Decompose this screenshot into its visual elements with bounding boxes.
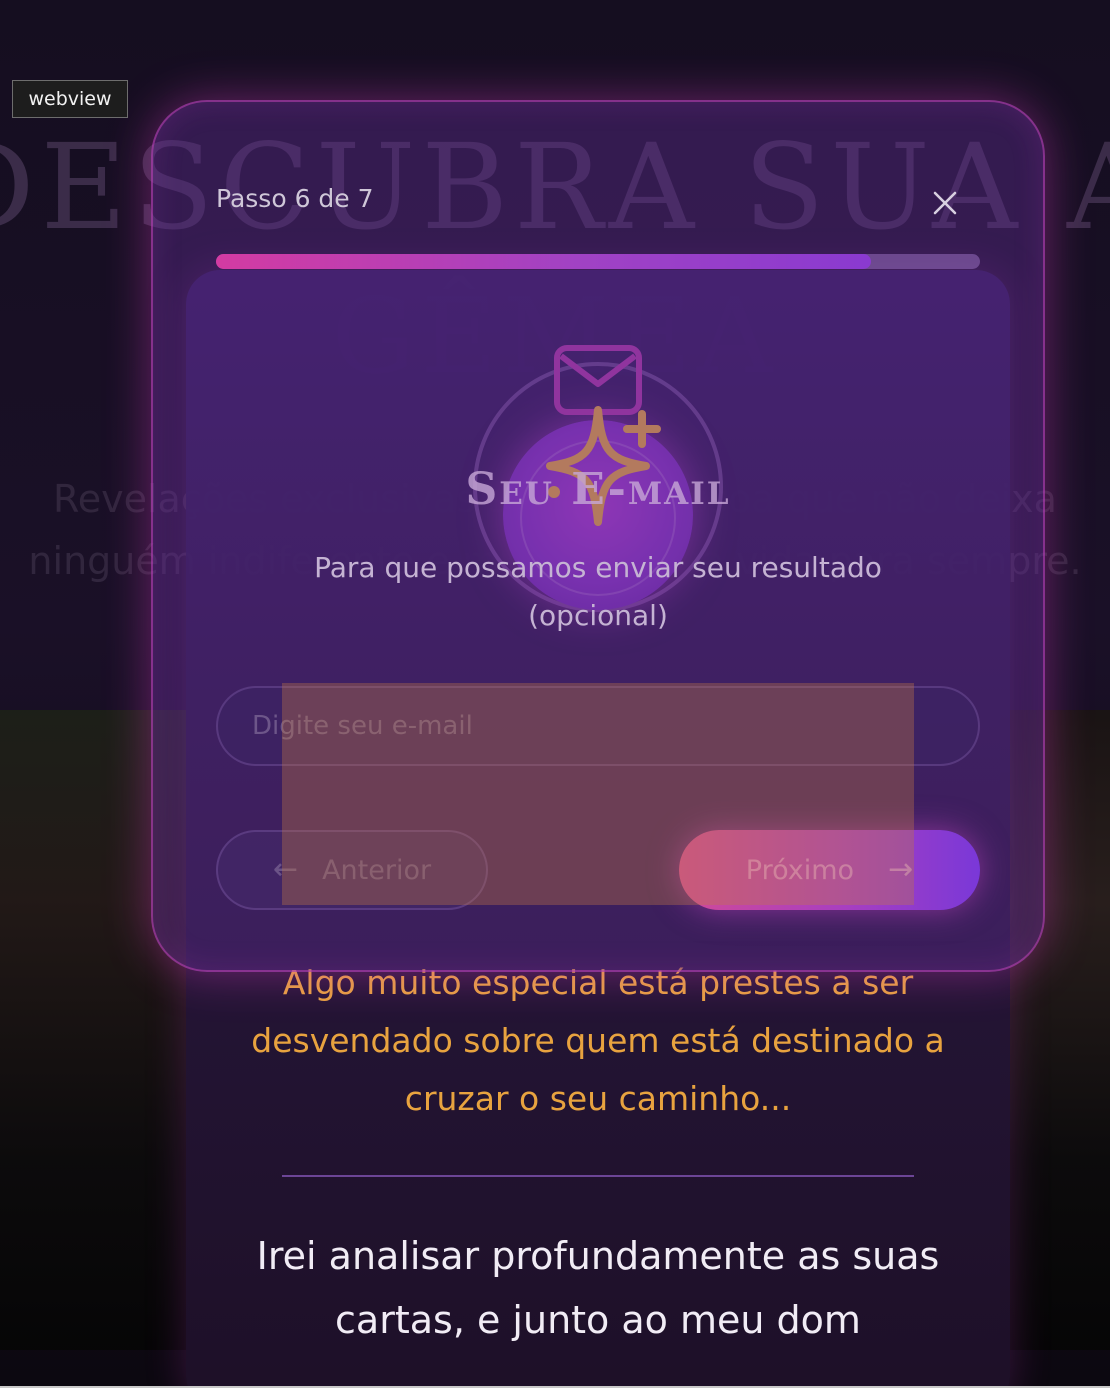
previous-button[interactable]: ← Anterior [216,830,488,910]
arrow-left-icon: ← [272,852,299,887]
modal-title: Seu E-mail [465,464,731,515]
email-input[interactable] [216,686,980,766]
close-icon[interactable] [928,186,962,220]
progress-bar [216,254,980,269]
divider [282,1175,914,1177]
teaser-text: Algo muito especial está prestes a ser d… [251,963,945,1118]
webview-tag: webview [12,80,128,118]
progress-bar-fill [216,254,871,269]
arrow-right-icon: → [888,852,914,887]
next-button[interactable]: Próximo → [679,830,980,910]
modal-subtitle: Para que possamos enviar seu resultado (… [314,551,882,632]
next-button-label: Próximo [745,854,855,886]
step-indicator: Passo 6 de 7 [216,184,374,213]
analysis-text: Irei analisar profundamente as suas cart… [256,1234,940,1342]
previous-button-label: Anterior [322,854,432,886]
app-screen: DESCUBRA SUA ALMA GÊMEA Revelações exclu… [0,0,1110,1388]
